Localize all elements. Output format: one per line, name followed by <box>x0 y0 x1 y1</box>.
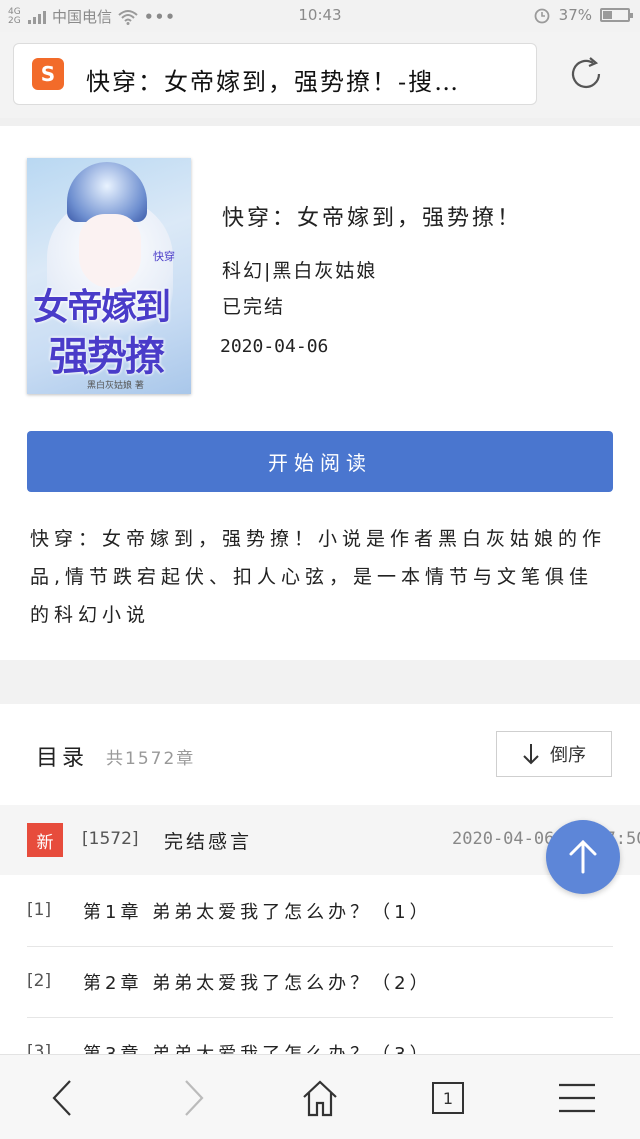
tabs-icon: 1 <box>432 1082 464 1114</box>
chapter-row[interactable]: [2] 第2章 弟弟太爱我了怎么办？（2） <box>27 947 613 1018</box>
status-right: 37% <box>533 6 633 24</box>
alarm-icon <box>534 8 550 24</box>
address-bar: S 快穿：女帝嫁到，强势撩！-搜… <box>0 32 640 118</box>
cover-face-art <box>79 214 141 288</box>
latest-chapter-number: [1572] <box>82 829 139 849</box>
divider <box>0 118 640 126</box>
menu-button[interactable] <box>552 1073 602 1123</box>
book-cover[interactable]: 快穿 女帝嫁到 强势撩 黑白灰姑娘 著 <box>27 158 191 394</box>
cover-title-line1: 女帝嫁到 <box>33 286 171 328</box>
latest-chapter-title: 完结感言 <box>164 831 253 853</box>
bottom-navigation: 1 <box>0 1054 640 1139</box>
reload-icon[interactable] <box>566 54 606 94</box>
url-field[interactable]: S 快穿：女帝嫁到，强势撩！-搜… <box>13 43 537 105</box>
sort-order-button[interactable]: 倒序 <box>496 731 612 777</box>
status-bar: 4G 2G 中国电信 ••• 10:43 37% <box>0 0 640 32</box>
cover-title-line2: 强势撩 <box>49 333 165 380</box>
cover-tag: 快穿 <box>153 250 175 263</box>
back-icon <box>52 1080 71 1116</box>
sort-order-label: 倒序 <box>550 745 586 766</box>
book-status: 已完结 <box>222 296 286 318</box>
book-category-author[interactable]: 科幻|黑白灰姑娘 <box>222 256 377 283</box>
forward-icon <box>185 1080 204 1116</box>
arrow-up-icon <box>569 839 597 874</box>
cover-crown-art <box>67 162 147 222</box>
chapter-title: 第1章 弟弟太爱我了怎么办？（1） <box>83 902 432 923</box>
section-divider <box>0 660 640 704</box>
cover-author: 黑白灰姑娘 著 <box>87 381 144 391</box>
chapter-row[interactable]: [1] 第1章 弟弟太爱我了怎么办？（1） <box>27 876 613 947</box>
tabs-button[interactable]: 1 <box>423 1073 473 1123</box>
forward-button[interactable] <box>168 1073 218 1123</box>
battery-percent: 37% <box>558 6 592 24</box>
toc-chapter-count: 共1572章 <box>106 749 196 769</box>
chapter-number: [2] <box>27 971 52 991</box>
sogou-logo-icon: S <box>32 58 64 90</box>
book-description: 快穿：女帝嫁到，强势撩！小说是作者黑白灰姑娘的作品,情节跌宕起伏、扣人心弦，是一… <box>30 528 607 626</box>
book-title: 快穿：女帝嫁到，强势撩！ <box>222 206 523 231</box>
arrow-down-icon <box>523 744 539 765</box>
chapter-title: 第2章 弟弟太爱我了怎么办？（2） <box>83 973 432 994</box>
battery-icon <box>600 8 633 22</box>
menu-icon <box>559 1083 595 1113</box>
chapter-number: [1] <box>27 900 52 920</box>
book-update-date: 2020-04-06 <box>220 336 329 357</box>
home-icon <box>303 1080 337 1117</box>
page-title: 快穿：女帝嫁到，强势撩！-搜… <box>86 68 461 96</box>
toc-label: 目录 <box>36 746 89 771</box>
latest-chapter-row[interactable]: 新 [1572] 完结感言 2020-04-06 08:47:50 <box>0 805 640 875</box>
back-button[interactable] <box>38 1073 88 1123</box>
new-badge: 新 <box>27 823 63 857</box>
start-reading-button[interactable]: 开始阅读 <box>27 431 613 492</box>
back-to-top-button[interactable] <box>546 820 620 894</box>
home-button[interactable] <box>295 1073 345 1123</box>
